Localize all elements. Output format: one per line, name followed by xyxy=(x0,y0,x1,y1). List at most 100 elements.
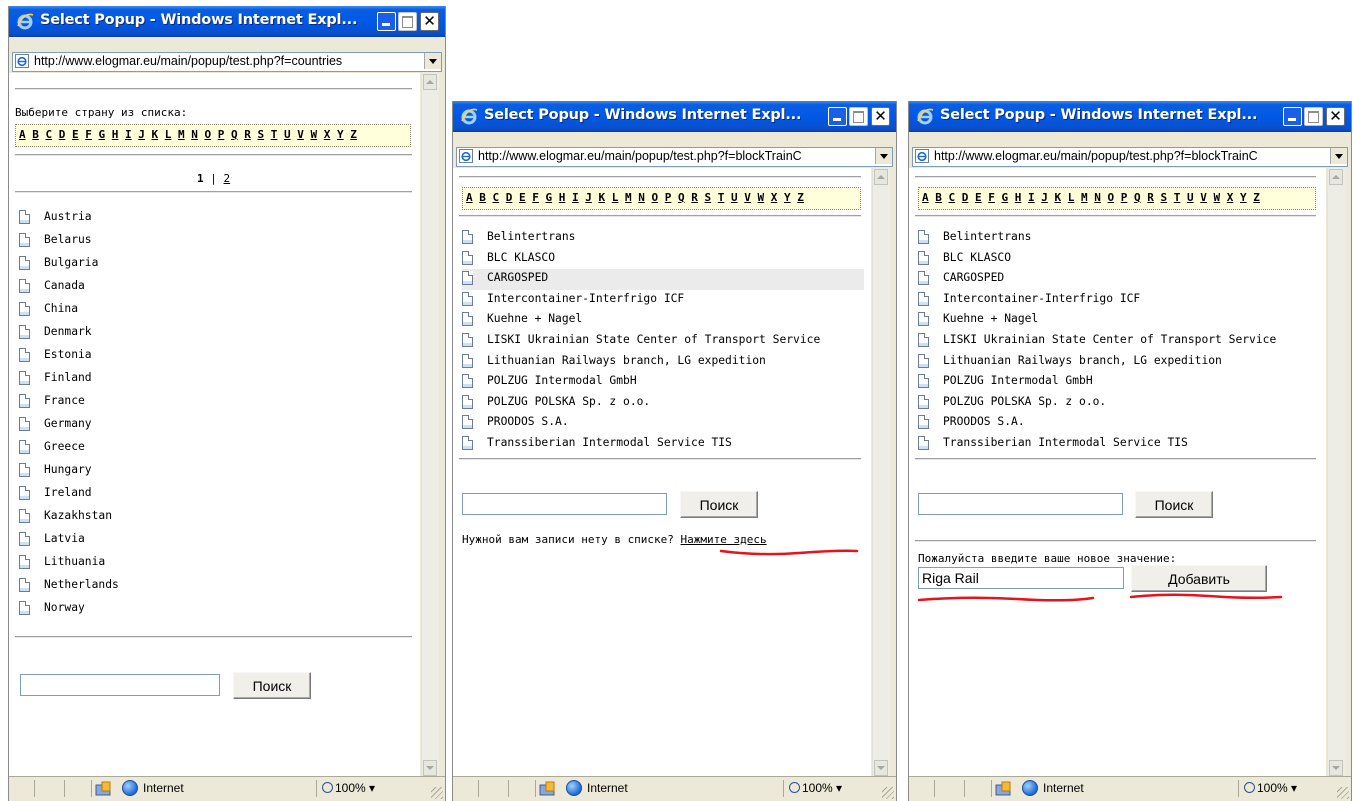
search-input[interactable] xyxy=(918,493,1123,515)
letter-link[interactable]: O xyxy=(652,191,659,204)
letter-link[interactable]: R xyxy=(1147,191,1154,204)
letter-link[interactable]: S xyxy=(1161,191,1168,204)
letter-link[interactable]: B xyxy=(32,128,39,141)
letter-link[interactable]: N xyxy=(1094,191,1101,204)
maximize-button[interactable] xyxy=(398,12,417,31)
letter-link[interactable]: E xyxy=(975,191,982,204)
address-dropdown-button[interactable] xyxy=(1330,148,1347,164)
minimize-button[interactable] xyxy=(1283,107,1302,126)
letter-link[interactable]: C xyxy=(949,191,956,204)
letter-link[interactable]: Q xyxy=(678,191,685,204)
letter-link[interactable]: Y xyxy=(337,128,344,141)
list-item[interactable]: POLZUG Intermodal GmbH xyxy=(462,372,864,393)
scroll-up-button[interactable] xyxy=(1329,169,1343,185)
list-item[interactable]: PROODOS S.A. xyxy=(918,413,1319,434)
letter-link[interactable]: C xyxy=(493,191,500,204)
scroll-up-button[interactable] xyxy=(874,169,888,185)
letter-link[interactable]: W xyxy=(311,128,318,141)
new-value-input[interactable] xyxy=(918,567,1124,589)
letter-link[interactable]: S xyxy=(258,128,265,141)
list-item[interactable]: Kuehne + Nagel xyxy=(918,310,1319,331)
title-bar[interactable]: Select Popup - Windows Internet Expl... xyxy=(453,101,896,132)
letter-link[interactable]: Z xyxy=(797,191,804,204)
letter-link[interactable]: V xyxy=(1200,191,1207,204)
list-item[interactable]: Transsiberian Intermodal Service TIS xyxy=(462,434,864,455)
list-item[interactable]: Kazakhstan xyxy=(19,507,409,530)
zoom-level[interactable]: 100% ▾ xyxy=(789,781,842,795)
letter-link[interactable]: F xyxy=(532,191,539,204)
letter-link[interactable]: Y xyxy=(784,191,791,204)
maximize-button[interactable] xyxy=(1304,107,1323,126)
letter-link[interactable]: J xyxy=(585,191,592,204)
letter-link[interactable]: G xyxy=(1002,191,1009,204)
list-item[interactable]: Lithuania xyxy=(19,553,409,576)
list-item[interactable]: Hungary xyxy=(19,461,409,484)
search-button[interactable]: Поиск xyxy=(680,491,758,518)
list-item[interactable]: BLC KLASCO xyxy=(918,249,1319,270)
letter-link[interactable]: H xyxy=(1015,191,1022,204)
maximize-button[interactable] xyxy=(849,107,868,126)
letter-link[interactable]: U xyxy=(731,191,738,204)
scroll-down-button[interactable] xyxy=(1329,760,1343,776)
letter-link[interactable]: Z xyxy=(1253,191,1260,204)
list-item[interactable]: Latvia xyxy=(19,530,409,553)
letter-link[interactable]: M xyxy=(625,191,632,204)
letter-link[interactable]: A xyxy=(19,128,26,141)
letter-link[interactable]: X xyxy=(324,128,331,141)
letter-link[interactable]: B xyxy=(935,191,942,204)
letter-link[interactable]: H xyxy=(559,191,566,204)
list-item[interactable]: CARGOSPED xyxy=(918,269,1319,290)
vertical-scrollbar[interactable] xyxy=(1327,168,1345,777)
letter-link[interactable]: I xyxy=(572,191,579,204)
vertical-scrollbar[interactable] xyxy=(872,168,890,777)
list-item[interactable]: Estonia xyxy=(19,346,409,369)
close-button[interactable] xyxy=(1326,107,1345,126)
letter-link[interactable]: R xyxy=(244,128,251,141)
scroll-up-button[interactable] xyxy=(423,74,437,90)
letter-link[interactable]: J xyxy=(1041,191,1048,204)
list-item[interactable]: LISKI Ukrainian State Center of Transpor… xyxy=(918,331,1319,352)
list-item[interactable]: POLZUG POLSKA Sp. z o.o. xyxy=(918,393,1319,414)
letter-link[interactable]: J xyxy=(138,128,145,141)
letter-link[interactable]: U xyxy=(284,128,291,141)
letter-link[interactable]: T xyxy=(1174,191,1181,204)
add-button[interactable]: Добавить xyxy=(1131,565,1267,592)
resize-grip[interactable] xyxy=(882,787,894,799)
letter-link[interactable]: R xyxy=(691,191,698,204)
list-item[interactable]: Netherlands xyxy=(19,576,409,599)
letter-link[interactable]: P xyxy=(218,128,225,141)
zoom-level[interactable]: 100% ▾ xyxy=(322,781,375,795)
list-item[interactable]: Norway xyxy=(19,599,409,622)
letter-link[interactable]: A xyxy=(922,191,929,204)
resize-grip[interactable] xyxy=(431,787,443,799)
letter-link[interactable]: L xyxy=(1068,191,1075,204)
letter-link[interactable]: L xyxy=(612,191,619,204)
list-item[interactable]: LISKI Ukrainian State Center of Transpor… xyxy=(462,331,864,352)
letter-link[interactable]: X xyxy=(1227,191,1234,204)
letter-link[interactable]: F xyxy=(85,128,92,141)
list-item[interactable]: Belarus xyxy=(19,231,409,254)
page-link-2[interactable]: 2 xyxy=(224,172,231,185)
list-item[interactable]: Intercontainer-Interfrigo ICF xyxy=(918,290,1319,311)
list-item[interactable]: Austria xyxy=(19,208,409,231)
list-item[interactable]: POLZUG Intermodal GmbH xyxy=(918,372,1319,393)
address-field[interactable]: http://www.elogmar.eu/main/popup/test.ph… xyxy=(456,147,893,167)
letter-link[interactable]: Q xyxy=(231,128,238,141)
search-input[interactable] xyxy=(462,493,667,515)
minimize-button[interactable] xyxy=(828,107,847,126)
click-here-link[interactable]: Нажмите здесь xyxy=(681,533,767,546)
search-button[interactable]: Поиск xyxy=(233,672,311,699)
address-field[interactable]: http://www.elogmar.eu/main/popup/test.ph… xyxy=(12,52,442,72)
letter-link[interactable]: D xyxy=(962,191,969,204)
letter-link[interactable]: G xyxy=(99,128,106,141)
letter-link[interactable]: I xyxy=(125,128,132,141)
scroll-down-button[interactable] xyxy=(874,760,888,776)
letter-link[interactable]: D xyxy=(506,191,513,204)
letter-link[interactable]: Q xyxy=(1134,191,1141,204)
list-item[interactable]: France xyxy=(19,392,409,415)
letter-link[interactable]: D xyxy=(59,128,66,141)
zoom-level[interactable]: 100% ▾ xyxy=(1244,781,1297,795)
list-item[interactable]: Lithuanian Railways branch, LG expeditio… xyxy=(462,352,864,373)
list-item[interactable]: Finland xyxy=(19,369,409,392)
list-item[interactable]: Ireland xyxy=(19,484,409,507)
